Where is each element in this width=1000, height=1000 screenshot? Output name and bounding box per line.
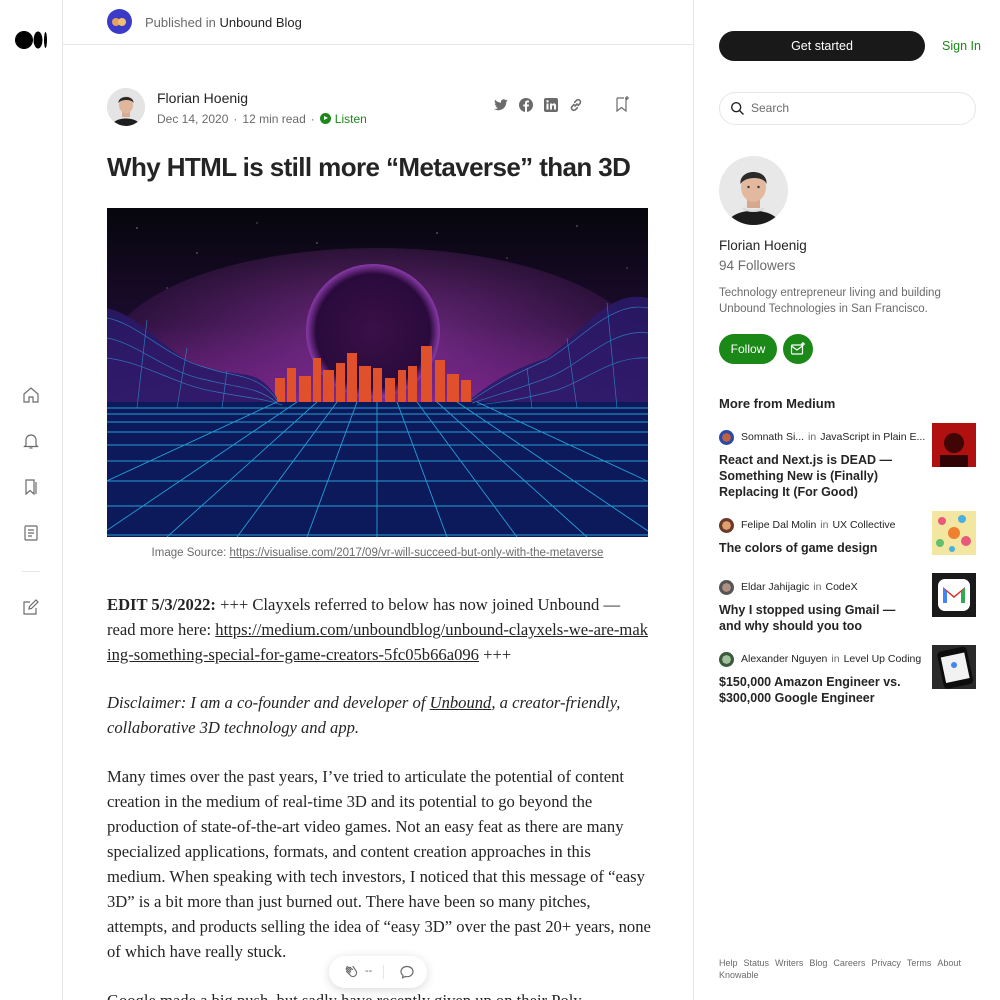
action-bar-divider [383,965,384,979]
hero-image [107,208,648,537]
footer-link[interactable]: About [937,957,961,969]
story-thumbnail[interactable] [932,423,976,467]
story-author-avatar[interactable] [719,652,734,667]
listen-label: Listen [334,112,367,126]
footer-link[interactable]: Terms [907,957,932,969]
story-author[interactable]: Somnath Si... [741,431,804,443]
hero-caption: Image Source: https://visualise.com/2017… [107,547,648,559]
facebook-icon[interactable] [518,97,534,113]
author-avatar[interactable] [107,88,145,126]
story-publication[interactable]: CodeX [825,581,857,593]
story-title[interactable]: $150,000 Amazon Engineer vs. $300,000 Go… [719,674,919,706]
get-started-button[interactable]: Get started [719,31,925,61]
footer-link[interactable]: Blog [809,957,827,969]
mail-plus-icon [790,342,805,355]
stories-icon[interactable] [22,524,40,542]
story-author-avatar[interactable] [719,430,734,445]
footer-link[interactable]: Status [744,957,770,969]
subscribe-email-button[interactable] [783,334,813,364]
clap-count: -- [365,965,373,977]
story-thumbnail[interactable] [932,511,976,555]
author-bio: Technology entrepreneur living and build… [719,287,941,315]
article-column: Published in Unbound Blog Florian Hoenig… [63,0,693,1000]
body-paragraph: Many times over the past years, I’ve tri… [107,767,651,961]
story-meta: Felipe Dal Molin in UX Collective [741,519,931,531]
story-meta: Alexander Nguyen in Level Up Coding [741,653,931,665]
author-name-link[interactable]: Florian Hoenig [157,90,248,106]
publication-logo[interactable] [107,9,132,34]
footer-links: Help Status Writers Blog Careers Privacy Terms… [719,957,979,981]
story-author[interactable]: Alexander Nguyen [741,653,827,665]
sidebar-author-name[interactable]: Florian Hoenig [719,238,807,253]
story-title[interactable]: React and Next.js is DEAD — Something Ne… [719,452,919,500]
bookmarks-icon[interactable] [22,478,40,496]
story-publication[interactable]: Level Up Coding [844,653,922,665]
clap-icon[interactable] [343,964,359,980]
unbound-link[interactable]: Unbound [430,693,492,712]
followers-count[interactable]: 94 Followers [719,258,796,273]
story-title[interactable]: Why I stopped using Gmail — and why shou… [719,602,919,634]
search-icon [730,101,744,115]
sign-in-link[interactable]: Sign In [942,39,981,53]
publication-bar: Published in Unbound Blog [63,0,693,45]
notifications-bell-icon[interactable] [22,432,40,450]
body-paragraph-next: Google made a big push, but sadly have r… [107,988,652,1000]
play-icon [319,113,331,124]
story-publication[interactable]: UX Collective [832,519,895,531]
story-thumbnail[interactable] [932,573,976,617]
publication-name-link[interactable]: Unbound Blog [219,15,301,30]
story-publication[interactable]: JavaScript in Plain E... [820,431,925,443]
right-sidebar: Get started Sign In Florian Hoenig 94 Fo… [693,0,1000,1000]
floating-action-bar: -- [329,956,427,988]
listen-button[interactable]: Listen [319,112,367,126]
caption-prefix: Image Source: [151,547,230,559]
more-from-medium-heading: More from Medium [719,396,836,411]
story-thumbnail[interactable] [932,645,976,689]
publish-date: Dec 14, 2020 [157,112,229,126]
footer-link[interactable]: Help [719,957,738,969]
story-author-avatar[interactable] [719,518,734,533]
left-nav-rail [0,0,63,1000]
write-icon[interactable] [22,598,40,616]
follow-button[interactable]: Follow [719,334,777,364]
save-bookmark-icon[interactable] [613,95,631,113]
copy-link-icon[interactable] [568,97,584,113]
published-in-prefix: Published in [145,15,216,30]
search-input[interactable] [751,101,951,115]
caption-source-link[interactable]: https://visualise.com/2017/09/vr-will-su… [230,547,604,559]
medium-logo[interactable] [15,31,47,49]
story-meta: Eldar Jahijagic in CodeX [741,581,931,593]
footer-link[interactable]: Knowable [719,969,759,981]
story-author[interactable]: Eldar Jahijagic [741,581,809,593]
home-icon[interactable] [22,386,40,404]
in-label: in [808,431,817,443]
edit-label: EDIT 5/3/2022: [107,595,216,614]
author-row: Florian Hoenig Dec 14, 2020 · 12 min read ·… [107,88,637,128]
story-author[interactable]: Felipe Dal Molin [741,519,816,531]
footer-link[interactable]: Privacy [871,957,901,969]
in-label: in [813,581,822,593]
linkedin-icon[interactable] [543,97,559,113]
footer-link[interactable]: Careers [833,957,865,969]
author-profile-avatar[interactable] [719,156,788,225]
article-meta: Dec 14, 2020 · 12 min read · Listen [157,112,367,126]
in-label: in [820,519,829,531]
story-title[interactable]: The colors of game design [719,540,919,556]
read-time: 12 min read [242,112,306,126]
in-label: in [831,653,840,665]
article-title: Why HTML is still more “Metaverse” than … [107,152,631,182]
twitter-icon[interactable] [493,97,509,113]
rail-divider [22,571,40,572]
story-meta: Somnath Si... in JavaScript in Plain E... [741,431,931,443]
footer-link[interactable]: Writers [775,957,803,969]
edit-paragraph: EDIT 5/3/2022: +++ Clayxels referred to … [107,592,652,667]
story-author-avatar[interactable] [719,580,734,595]
search-box [719,92,976,125]
disclaimer-paragraph: Disclaimer: I am a co-founder and develo… [107,690,652,740]
disclaimer-text-a: Disclaimer: I am a co-founder and develo… [107,693,430,712]
publication-label: Published in Unbound Blog [145,15,302,30]
edit-end: +++ [478,645,512,664]
responses-icon[interactable] [399,964,415,980]
